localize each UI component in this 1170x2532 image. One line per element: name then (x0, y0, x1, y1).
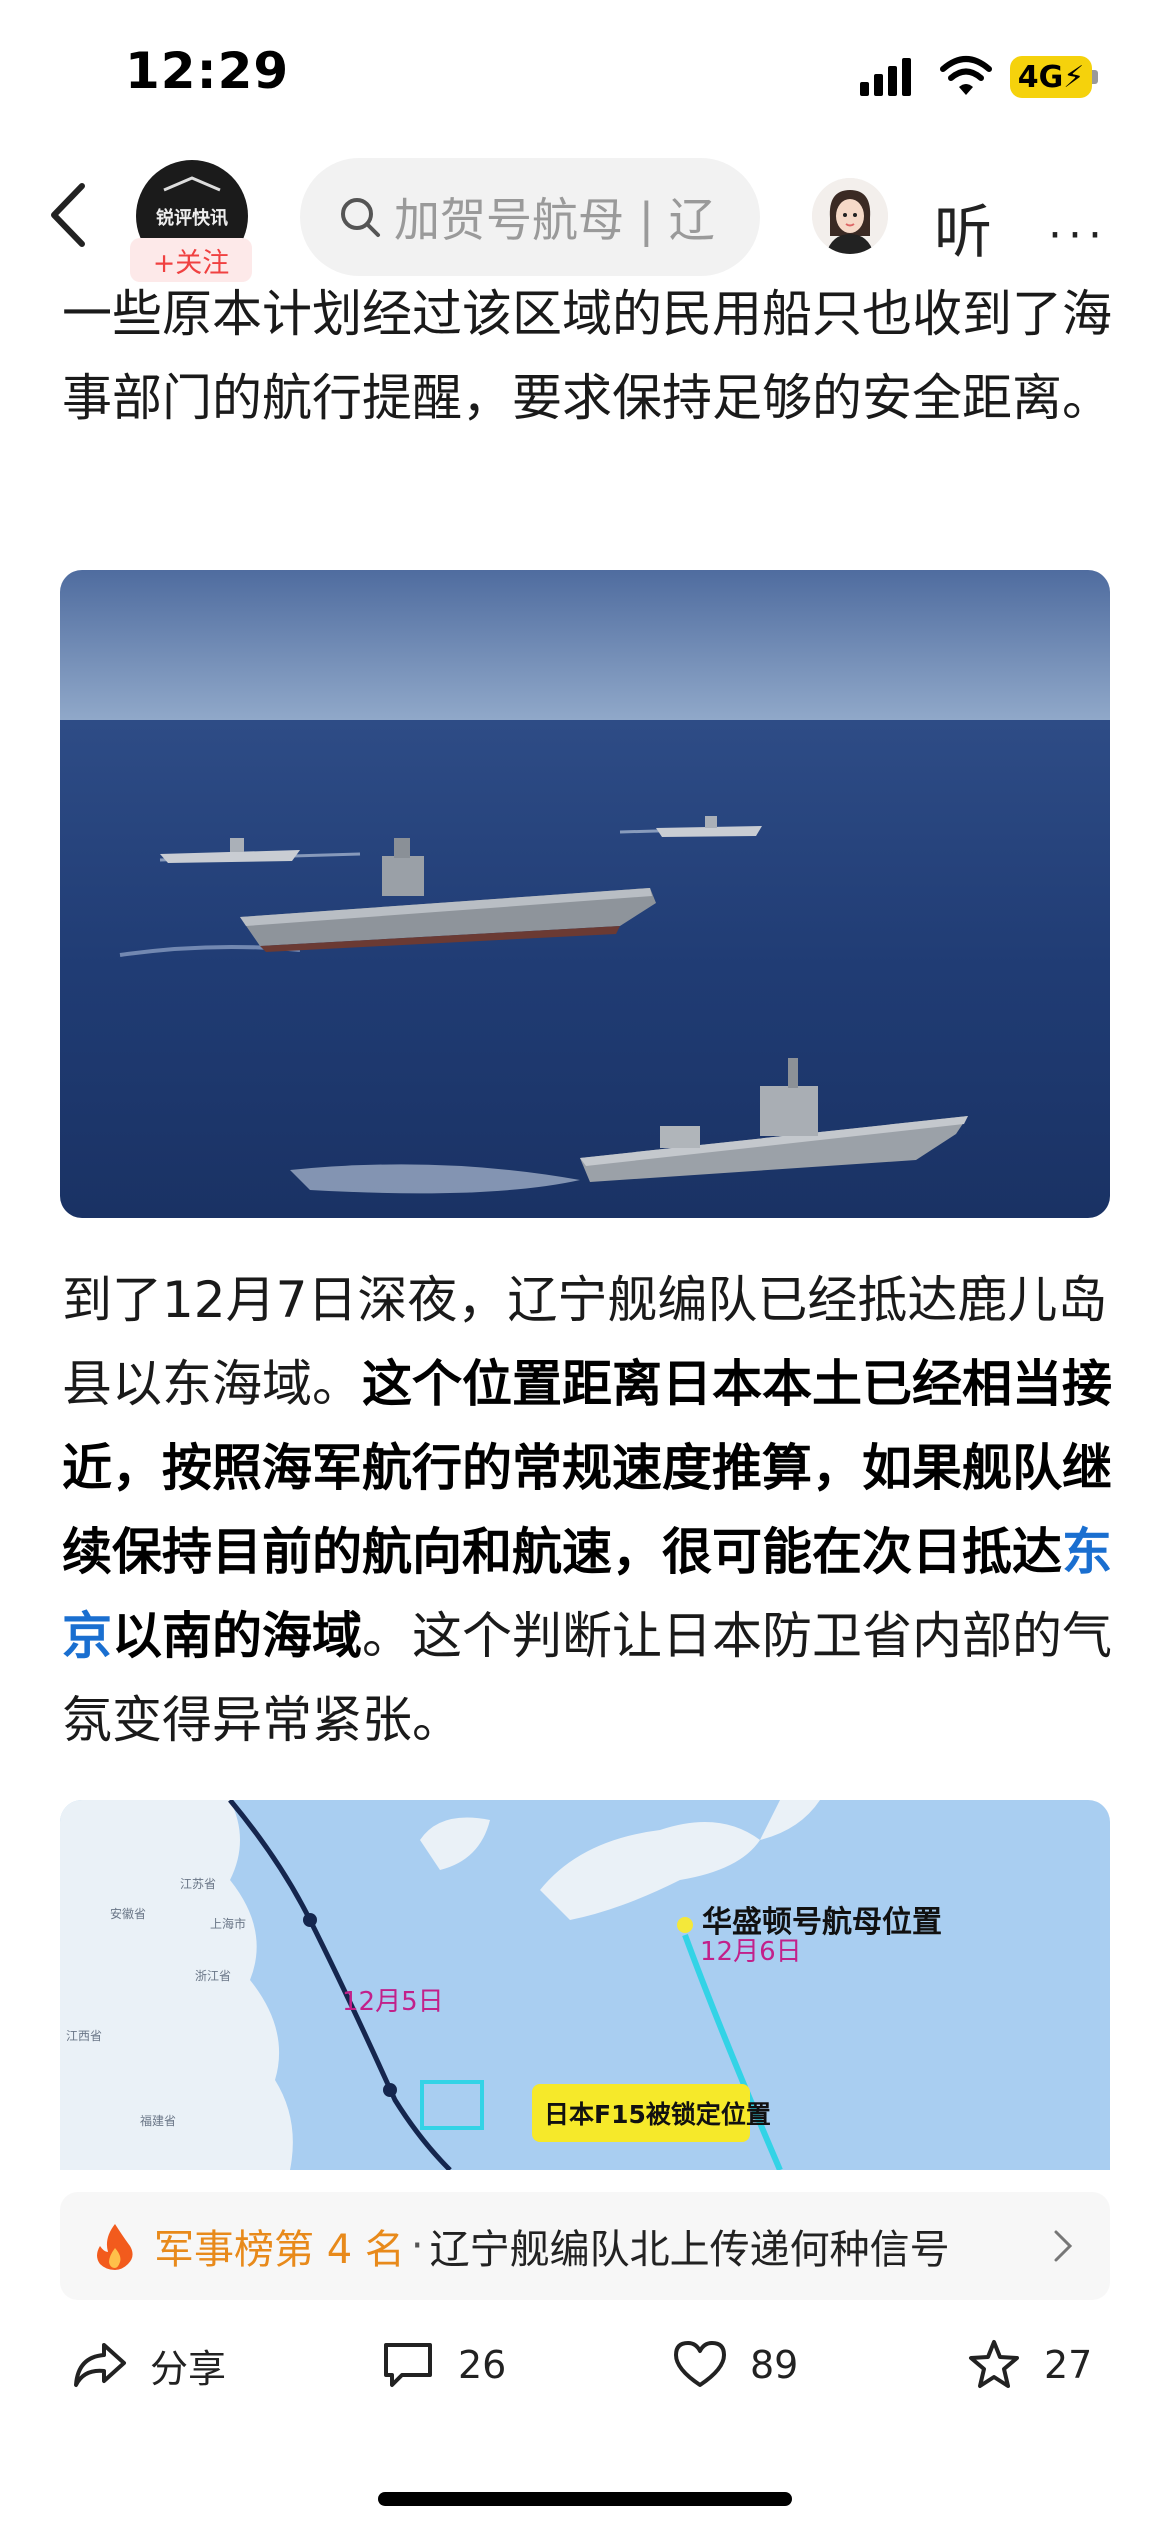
comment-button[interactable]: 26 (380, 2330, 506, 2400)
search-bar[interactable]: 加贺号航母 | 辽 (300, 158, 760, 276)
para2-bold-end: 以南的海域 (112, 1607, 362, 1665)
wifi-icon (940, 56, 992, 95)
star-icon (969, 2340, 1019, 2388)
rank-topic-title: 辽宁舰编队北上传递何种信号 (429, 2227, 950, 2273)
like-button[interactable]: 89 (672, 2330, 798, 2400)
map-city-label: 江苏省 (180, 1877, 216, 1891)
chevron-right-icon (1054, 2230, 1073, 2262)
rank-label: 军事榜第 4 名 (154, 2227, 405, 2273)
map-date-2: 12月6日 (700, 1937, 802, 1967)
map-date-1: 12月5日 (342, 1987, 444, 2017)
share-button[interactable]: 分享 (72, 2330, 226, 2400)
rank-separator: · (410, 2223, 424, 2269)
woman-avatar-icon (812, 178, 888, 254)
article-paragraph-2: 到了12月7日深夜，辽宁舰编队已经抵达鹿儿岛县以东海域。这个位置距离日本本土已经… (62, 1258, 1112, 1762)
share-label: 分享 (150, 2346, 227, 2391)
comment-count: 26 (458, 2343, 507, 2387)
home-indicator[interactable] (378, 2492, 792, 2506)
share-icon (74, 2343, 126, 2387)
fire-icon (97, 2224, 133, 2270)
map-city-label: 江西省 (66, 2029, 102, 2043)
photo-carrier-group (60, 570, 1110, 1218)
status-time: 12:29 (125, 42, 290, 100)
listen-button[interactable]: 听 (934, 185, 992, 269)
comment-icon (384, 2343, 432, 2387)
search-query-text: 加贺号航母 | 辽 (394, 193, 715, 247)
search-icon (341, 198, 380, 237)
map-city-label: 上海市 (210, 1916, 246, 1931)
map-label-carrier: 华盛顿号航母位置 (702, 1905, 942, 1940)
back-arrow-icon[interactable] (48, 180, 88, 250)
route-map: 12月5日 12月6日 华盛顿号航母位置 日本F15被锁定位置 江苏省 安徽省 … (60, 1800, 1110, 2170)
route-map-image[interactable]: 12月5日 12月6日 华盛顿号航母位置 日本F15被锁定位置 江苏省 安徽省 … (60, 1800, 1110, 2170)
map-label-f15: 日本F15被锁定位置 (544, 2100, 771, 2129)
heart-icon (674, 2341, 726, 2387)
listen-voice-avatar[interactable] (812, 178, 888, 254)
map-city-label: 安徽省 (110, 1906, 146, 1921)
map-city-label: 福建省 (140, 2113, 176, 2128)
map-city-label: 浙江省 (195, 1969, 231, 1983)
like-count: 89 (750, 2343, 799, 2387)
favorite-button[interactable]: 27 (966, 2330, 1092, 2400)
more-options-button[interactable]: ··· (1048, 210, 1108, 261)
cellular-signal-icon (860, 58, 911, 96)
article-paragraph: 一些原本计划经过该区域的民用船只也收到了海事部门的航行提醒，要求保持足够的安全距… (62, 285, 1112, 427)
hot-ranking-banner[interactable]: 军事榜第 4 名 · 辽宁舰编队北上传递何种信号 (60, 2192, 1110, 2300)
battery-tip (1092, 70, 1098, 84)
battery-icon: 4G ⚡ (1010, 56, 1092, 98)
favorite-count: 27 (1044, 2343, 1093, 2387)
carrier-fleet-photo[interactable] (60, 570, 1110, 1218)
network-type: 4G (1017, 59, 1064, 95)
account-logo-text: 锐评快讯 (156, 208, 228, 229)
